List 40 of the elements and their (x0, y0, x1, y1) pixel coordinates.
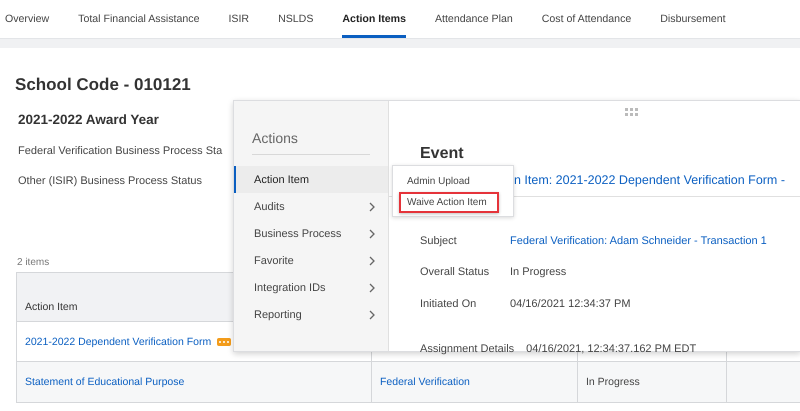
tab[interactable]: Cost of Attendance (542, 0, 632, 38)
menu-item[interactable]: Business Process (234, 220, 388, 247)
item-count: 2 items (17, 257, 50, 268)
field-value: 04/16/2021 12:34:37 PM (510, 298, 630, 310)
field-label: Federal Verification Business Process Sta (18, 145, 222, 157)
event-link[interactable]: n Item: 2021-2022 Dependent Verification Form - (514, 173, 800, 187)
menu-item[interactable]: Audits (234, 193, 388, 220)
field-link[interactable]: Federal Verification: Adam Schneider - Transaction 1 (510, 234, 767, 247)
table-link[interactable]: Federal Verification (380, 376, 470, 388)
drag-handle-icon[interactable] (625, 108, 638, 116)
menu-title: Actions (252, 130, 370, 155)
table-link[interactable]: Statement of Educational Purpose (25, 376, 184, 388)
page-title: School Code - 010121 (15, 75, 192, 95)
field-label: Assignment Details (420, 343, 516, 356)
chevron-icon (369, 310, 376, 320)
field-value: In Progress (510, 266, 566, 278)
tab[interactable]: NSLDS (278, 0, 314, 38)
field-label: Overall Status (420, 266, 490, 278)
field-label: Other (ISIR) Business Process Status (18, 175, 202, 187)
table-link[interactable]: 2021-2022 Dependent Verification Form (25, 336, 218, 348)
field-value: 04/16/2021, 12:34:37.162 PM EDT (526, 343, 696, 356)
chevron-icon (369, 256, 376, 266)
panel-title: Event (420, 145, 465, 163)
tab[interactable]: Overview (5, 0, 50, 38)
menu-item[interactable]: Action Item (234, 166, 388, 193)
chevron-icon (369, 202, 376, 212)
chevron-icon (369, 228, 376, 238)
submenu-item[interactable]: Admin Upload (399, 171, 499, 192)
field-label: Initiated On (420, 298, 478, 310)
tab[interactable]: Disbursement (660, 0, 726, 38)
chevron-icon (369, 282, 376, 292)
tab[interactable]: Total Financial Assistance (78, 0, 200, 38)
table-cell: In Progress (586, 376, 640, 388)
submenu-item[interactable]: Waive Action Item (399, 192, 499, 213)
section-heading: 2021-2022 Award Year (17, 112, 160, 127)
tab[interactable]: Attendance Plan (434, 0, 513, 38)
tab[interactable]: ISIR (228, 0, 250, 38)
more-icon[interactable] (217, 338, 232, 346)
menu-item[interactable]: Favorite (234, 247, 388, 274)
field-label: Subject (420, 234, 458, 247)
